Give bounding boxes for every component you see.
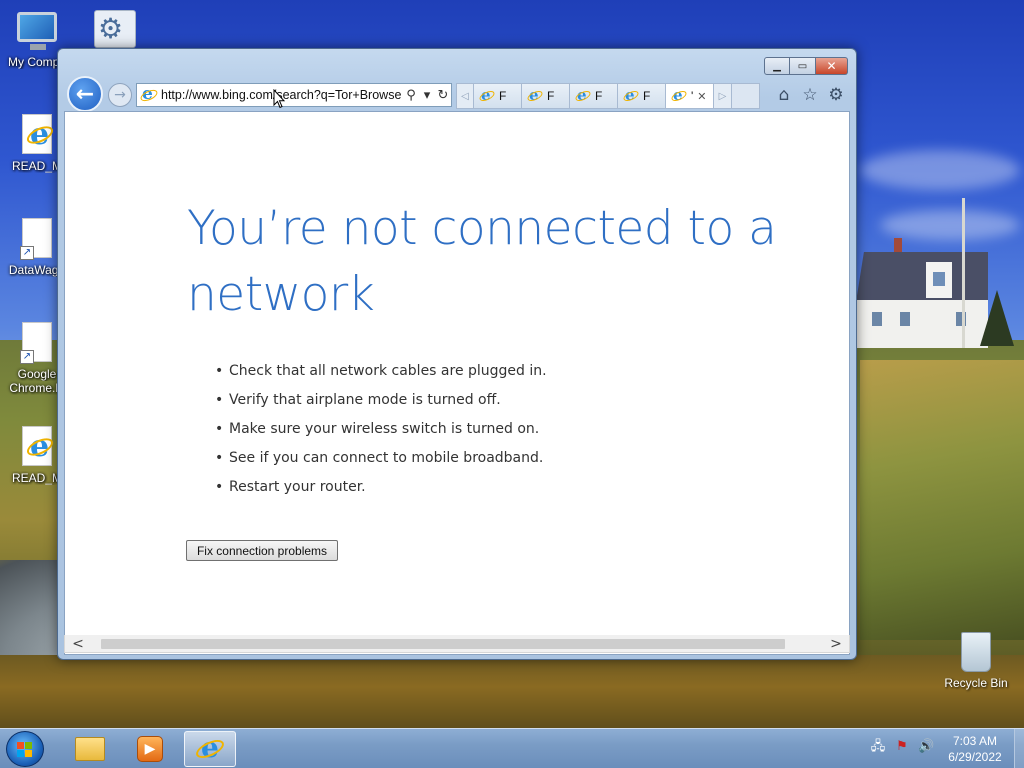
landscape-house xyxy=(856,238,988,348)
minimize-icon: ▁ xyxy=(773,60,781,72)
flag-pole xyxy=(962,198,965,348)
taskbar-internet-explorer-button[interactable]: e xyxy=(184,731,236,767)
tab-title: F xyxy=(547,89,555,103)
close-button[interactable]: ✕ xyxy=(816,57,848,75)
arrow-left-icon: ← xyxy=(75,81,95,107)
action-center-flag-icon[interactable]: ⚑ xyxy=(894,739,910,755)
list-item: See if you can connect to mobile broadba… xyxy=(215,444,547,473)
media-player-icon: ▶ xyxy=(137,736,163,762)
chevron-right-icon: ▷ xyxy=(718,90,727,102)
forward-button[interactable]: → xyxy=(108,83,132,107)
network-icon[interactable]: 🖧 xyxy=(870,739,886,755)
browser-tab[interactable]: e F xyxy=(474,83,522,109)
taskbar-file-explorer-button[interactable] xyxy=(64,731,116,767)
tab-strip: ◁ e F e F e F e F e ' ✕ ▷ xyxy=(456,83,760,109)
recycle-bin-label: Recycle Bin xyxy=(944,676,1008,690)
cloud xyxy=(880,210,1020,240)
volume-icon[interactable]: 🔊 xyxy=(918,739,934,755)
desktop-icon-recycle-bin[interactable]: Recycle Bin xyxy=(944,632,1008,690)
maximize-button[interactable]: ▭ xyxy=(790,57,816,75)
minimize-button[interactable]: ▁ xyxy=(764,57,790,75)
browser-tab[interactable]: e F xyxy=(618,83,666,109)
scroll-thumb[interactable] xyxy=(101,638,785,649)
window-caption-buttons: ▁ ▭ ✕ xyxy=(764,57,848,75)
arrow-right-icon: → xyxy=(114,87,126,103)
refresh-icon[interactable]: ↻ xyxy=(435,88,451,103)
system-tray: 🖧 ⚑ 🔊 xyxy=(870,739,934,755)
mouse-cursor-icon xyxy=(273,89,285,109)
list-item: Check that all network cables are plugge… xyxy=(215,357,547,386)
taskbar: ▶ e 🖧 ⚑ 🔊 7:03 AM 6/29/2022 xyxy=(0,728,1024,768)
internet-explorer-icon: e xyxy=(16,114,58,156)
list-item: Verify that airplane mode is turned off. xyxy=(215,386,547,415)
browser-tab-active[interactable]: e ' ✕ xyxy=(666,83,714,109)
internet-explorer-icon: e xyxy=(478,88,496,104)
folder-icon xyxy=(75,737,105,761)
tab-scroll-right-button[interactable]: ▷ xyxy=(714,83,732,109)
internet-explorer-icon: e xyxy=(670,88,688,104)
start-button[interactable] xyxy=(6,731,44,767)
internet-explorer-icon: e xyxy=(138,86,160,104)
clock-time: 7:03 AM xyxy=(952,734,998,748)
scroll-right-icon[interactable]: > xyxy=(823,636,849,652)
show-desktop-button[interactable] xyxy=(1014,729,1024,768)
internet-explorer-icon: e xyxy=(193,734,227,764)
page-content: You’re not connected to a network Check … xyxy=(64,111,850,655)
horizontal-scrollbar[interactable]: < > xyxy=(64,635,850,653)
browser-tab[interactable]: e F xyxy=(522,83,570,109)
landscape-meadow xyxy=(860,360,1024,640)
taskbar-media-player-button[interactable]: ▶ xyxy=(124,731,176,767)
recycle-bin-icon xyxy=(961,632,991,672)
internet-explorer-icon: e xyxy=(526,88,544,104)
tab-title: F xyxy=(643,89,651,103)
favorites-star-icon[interactable]: ☆ xyxy=(800,85,820,105)
internet-explorer-icon: e xyxy=(622,88,640,104)
home-icon[interactable]: ⌂ xyxy=(774,85,794,105)
list-item: Restart your router. xyxy=(215,473,547,502)
gear-icon[interactable]: ⚙ xyxy=(826,85,846,105)
back-button[interactable]: ← xyxy=(67,76,103,112)
dropdown-icon[interactable]: ▾ xyxy=(419,88,435,103)
maximize-icon: ▭ xyxy=(797,60,808,72)
search-icon[interactable]: ⚲ xyxy=(403,88,419,103)
internet-explorer-icon: e xyxy=(16,426,58,468)
clock-date: 6/29/2022 xyxy=(948,750,1002,764)
browser-toolbar: ⌂ ☆ ⚙ xyxy=(774,85,846,105)
desktop-icon-control-panel[interactable]: ⚙ xyxy=(80,10,150,52)
tab-title: ' xyxy=(691,89,694,103)
page-title: You’re not connected to a network xyxy=(187,201,777,322)
control-panel-icon: ⚙ xyxy=(94,10,136,52)
close-icon: ✕ xyxy=(826,59,837,73)
browser-tab[interactable]: e F xyxy=(570,83,618,109)
scroll-left-icon[interactable]: < xyxy=(65,636,91,652)
close-tab-icon[interactable]: ✕ xyxy=(697,90,706,103)
document-shortcut-icon: ↗ xyxy=(16,218,58,260)
computer-icon xyxy=(16,10,58,52)
tab-title: F xyxy=(499,89,507,103)
tab-title: F xyxy=(595,89,603,103)
document-shortcut-icon: ↗ xyxy=(16,322,58,364)
landscape-flowers xyxy=(0,655,1024,728)
system-clock[interactable]: 7:03 AM 6/29/2022 xyxy=(940,733,1010,765)
tab-scroll-left-button[interactable]: ◁ xyxy=(456,83,474,109)
cloud xyxy=(860,150,1020,190)
browser-window: ▁ ▭ ✕ ← → e http://www.bing.com/search?q… xyxy=(57,48,857,660)
new-tab-button[interactable] xyxy=(732,83,760,109)
windows-logo-icon xyxy=(17,742,33,758)
internet-explorer-icon: e xyxy=(574,88,592,104)
troubleshooting-list: Check that all network cables are plugge… xyxy=(215,357,547,502)
list-item: Make sure your wireless switch is turned… xyxy=(215,415,547,444)
fix-connection-button[interactable]: Fix connection problems xyxy=(186,540,338,561)
scroll-track[interactable] xyxy=(91,637,823,651)
address-bar[interactable]: e http://www.bing.com/search?q=Tor+Brows… xyxy=(136,83,452,107)
chevron-left-icon: ◁ xyxy=(461,90,469,102)
